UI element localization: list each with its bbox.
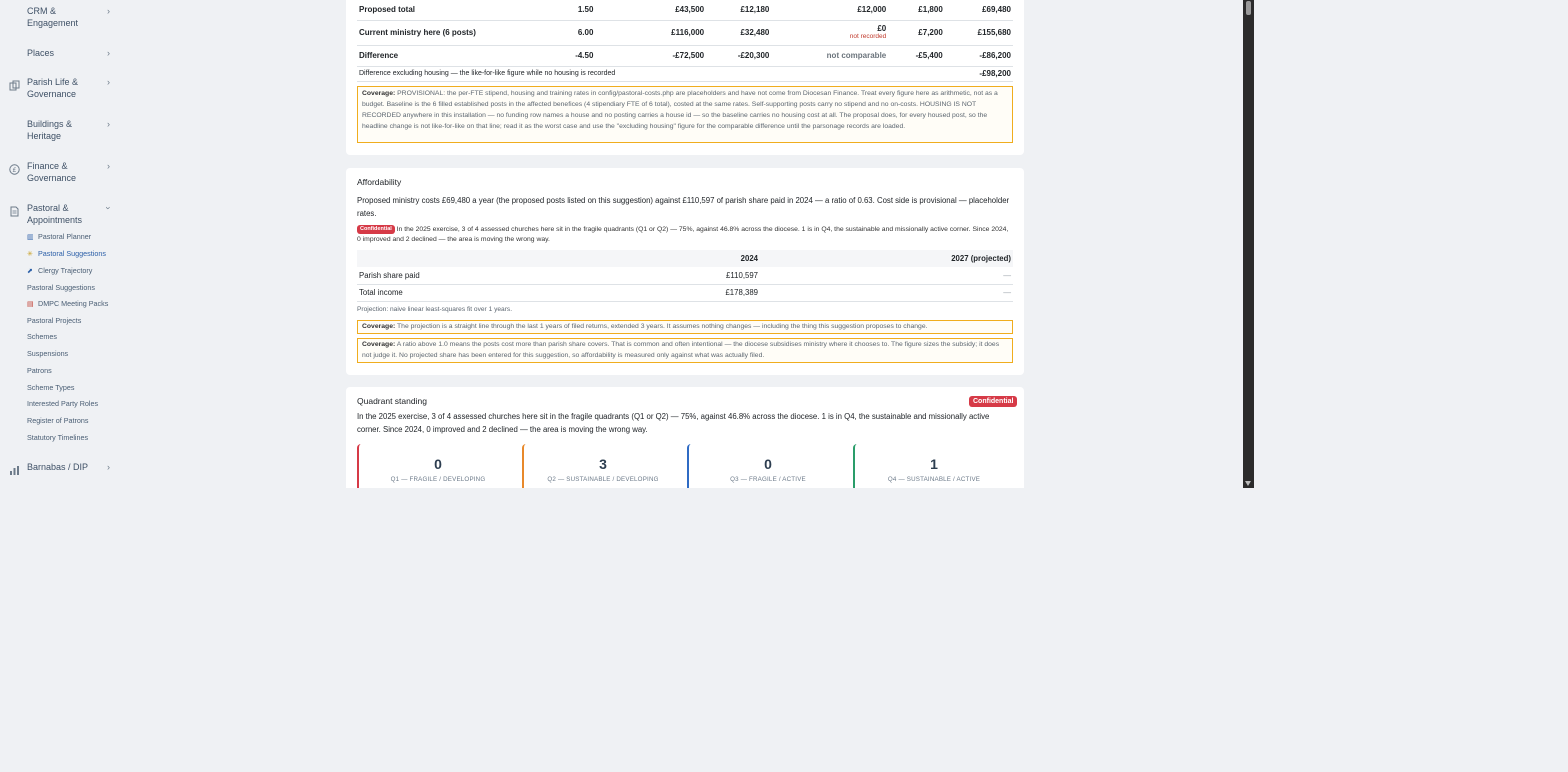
sidebar: CRM & Engagement › Places › Parish Life … [0, 0, 122, 490]
table-row: Parish share paid £110,597 — [357, 267, 1013, 285]
nav-group-parish-life[interactable]: Parish Life & Governance › [0, 76, 122, 102]
nav-group-label: Places [27, 48, 55, 58]
sidebar-item-pastoral-planner[interactable]: ▥ Pastoral Planner [27, 232, 91, 242]
chevron-right-icon: › [107, 119, 110, 129]
quadrant-summary: In the 2025 exercise, 3 of 4 assessed ch… [357, 412, 990, 434]
vertical-scrollbar[interactable] [1243, 0, 1254, 488]
affordability-table: 2024 2027 (projected) Parish share paid … [357, 250, 1013, 302]
bar-chart-icon [9, 463, 20, 475]
quadrant-box-q3: 0 Q3 — FRAGILE / ACTIVE [687, 444, 847, 488]
coverage-notice: Coverage: PROVISIONAL: the per-FTE stipe… [357, 86, 1013, 143]
sidebar-item-pastoral-suggestions-list[interactable]: Pastoral Suggestions [27, 283, 95, 292]
nav-group-label: Parish Life & Governance [27, 77, 79, 99]
document-icon [9, 204, 20, 217]
chevron-right-icon: › [107, 161, 110, 171]
coverage-notice: Coverage: A ratio above 1.0 means the po… [357, 338, 1013, 363]
card-title: Affordability [357, 177, 402, 187]
sidebar-item-patrons[interactable]: Patrons [27, 366, 52, 375]
nav-group-finance[interactable]: £ Finance & Governance › [0, 160, 122, 186]
sidebar-item-clergy-trajectory[interactable]: ⬈ Clergy Trajectory [27, 266, 92, 276]
nav-group-label: CRM & Engagement [27, 6, 79, 28]
sidebar-item-pastoral-projects[interactable]: Pastoral Projects [27, 316, 81, 325]
sidebar-item-scheme-types[interactable]: Scheme Types [27, 383, 74, 392]
sidebar-item-suspensions[interactable]: Suspensions [27, 349, 68, 358]
quadrant-box-q4: 1 Q4 — SUSTAINABLE / ACTIVE [853, 444, 1013, 488]
chevron-right-icon: › [107, 6, 110, 16]
table-header-row: 2024 2027 (projected) [357, 250, 1013, 267]
sidebar-item-schemes[interactable]: Schemes [27, 332, 57, 341]
coverage-notice: Coverage: The projection is a straight l… [357, 320, 1013, 334]
not-recorded-note: not recorded [849, 33, 887, 40]
confidential-badge: Confidential [969, 396, 1018, 407]
sparkle-icon: ✳ [27, 251, 33, 258]
calendar-icon: ▤ [27, 301, 34, 308]
cost-card: Proposed total 1.50 £43,500 £12,180 £12,… [346, 0, 1024, 155]
confidential-badge: Confidential [357, 225, 395, 234]
pound-circle-icon: £ [9, 162, 20, 175]
nav-group-places[interactable]: Places › [0, 47, 122, 61]
nav-group-barnabas[interactable]: Barnabas / DIP › [0, 461, 122, 475]
nav-group-label: Finance & Governance [27, 161, 77, 183]
affordability-card: Affordability Proposed ministry costs £6… [346, 168, 1024, 375]
table-row: Difference excluding housing — the like-… [357, 66, 1013, 82]
svg-text:£: £ [12, 166, 16, 174]
chevron-down-icon: › [103, 206, 114, 210]
nav-group-buildings[interactable]: Buildings & Heritage › [0, 118, 122, 144]
nav-group-label: Pastoral & Appointments [27, 203, 83, 225]
copy-icon [9, 78, 20, 91]
planner-icon: ▥ [27, 234, 34, 241]
sidebar-item-interested-party-roles[interactable]: Interested Party Roles [27, 399, 98, 408]
nav-group-label: Buildings & Heritage [27, 119, 73, 141]
card-title: Quadrant standing [357, 396, 427, 406]
quadrant-box-q1: 0 Q1 — FRAGILE / DEVELOPING [357, 444, 517, 488]
sidebar-item-register-of-patrons[interactable]: Register of Patrons [27, 416, 89, 425]
trend-icon: ⬈ [27, 268, 33, 275]
quadrant-box-q2: 3 Q2 — SUSTAINABLE / DEVELOPING [522, 444, 682, 488]
sidebar-item-statutory-timelines[interactable]: Statutory Timelines [27, 433, 88, 442]
quadrant-note: Confidential In the 2025 exercise, 3 of … [357, 225, 1009, 243]
chevron-right-icon: › [107, 48, 110, 58]
table-row: Total income £178,389 — [357, 284, 1013, 302]
scrollbar-thumb[interactable] [1246, 1, 1251, 15]
table-row: Current ministry here (6 posts) 6.00 £11… [357, 20, 1013, 46]
main-content: Proposed total 1.50 £43,500 £12,180 £12,… [346, 0, 1024, 488]
nav-group-crm[interactable]: CRM & Engagement › [0, 5, 122, 31]
table-row: Difference -4.50 -£72,500 -£20,300 not c… [357, 45, 1013, 67]
affordability-summary: Proposed ministry costs £69,480 a year (… [357, 196, 1010, 218]
chevron-right-icon: › [107, 462, 110, 472]
table-row: Proposed total 1.50 £43,500 £12,180 £12,… [357, 0, 1013, 21]
scroll-down-arrow-icon[interactable] [1245, 481, 1251, 486]
sidebar-item-dmpc-meeting-packs[interactable]: ▤ DMPC Meeting Packs [27, 299, 108, 309]
nav-group-pastoral[interactable]: Pastoral & Appointments › [0, 202, 122, 228]
cost-table: Proposed total 1.50 £43,500 £12,180 £12,… [357, 0, 1013, 82]
sidebar-item-pastoral-suggestions[interactable]: ✳ Pastoral Suggestions [27, 249, 106, 259]
nav-group-label: Barnabas / DIP [27, 462, 89, 472]
chevron-right-icon: › [107, 77, 110, 87]
projection-note: Projection: naive linear least-squares f… [357, 306, 513, 313]
